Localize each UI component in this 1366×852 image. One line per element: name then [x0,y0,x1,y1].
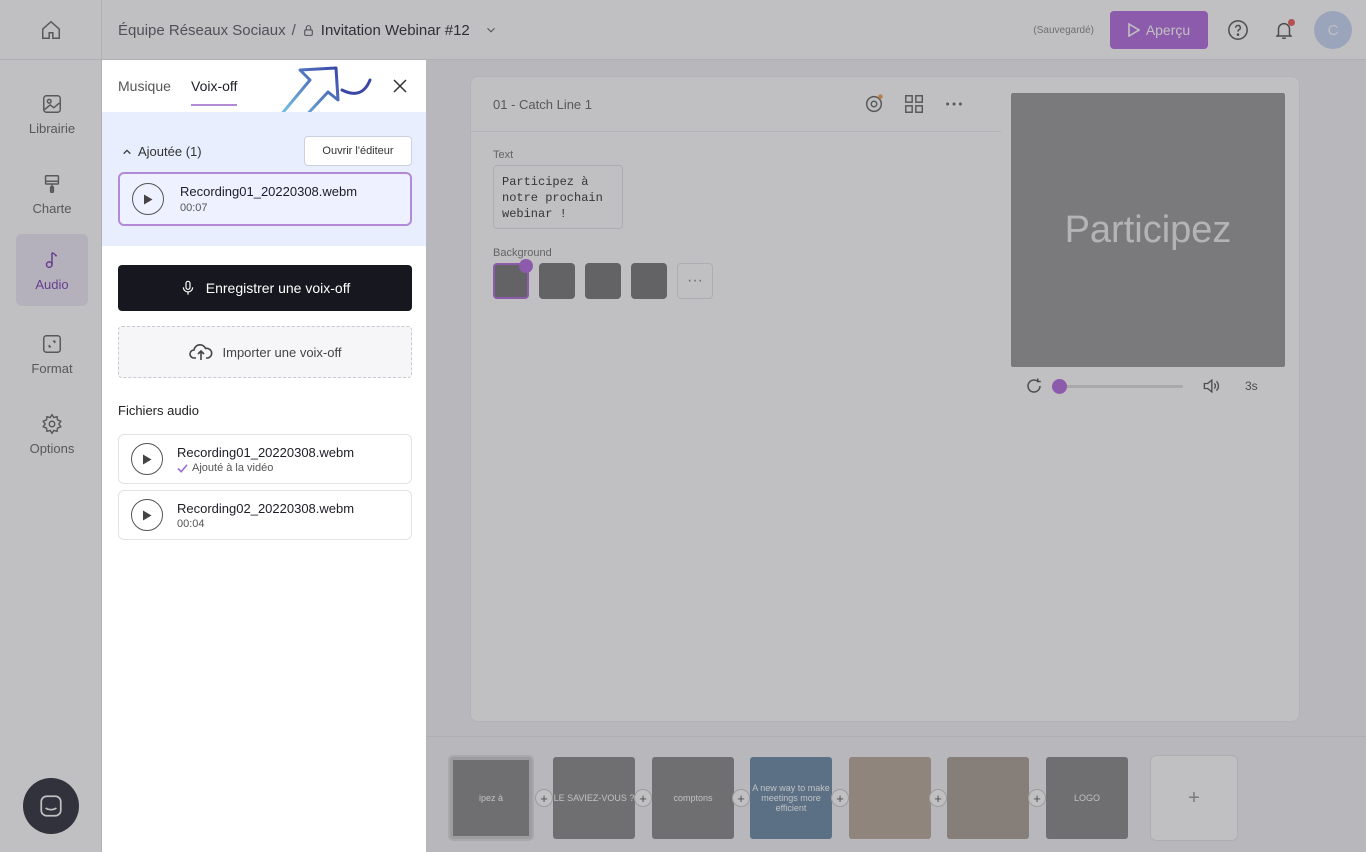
audio-file-name: Recording01_20220308.webm [177,445,355,460]
cloud-upload-icon [188,344,212,360]
added-voiceover-section: Ajoutée (1) Ouvrir l'éditeur Recording01… [102,112,426,246]
check-icon [177,463,188,473]
audio-files-title: Fichiers audio [118,403,199,418]
added-toggle[interactable]: Ajoutée (1) [122,144,202,159]
audio-file-item[interactable]: Recording02_20220308.webm 00:04 [118,490,412,540]
play-button[interactable] [131,443,163,475]
tab-voiceover[interactable]: Voix-off [191,78,238,106]
audio-file-status-label: Ajouté à la vidéo [192,462,274,474]
microphone-icon [182,280,194,295]
record-voiceover-button[interactable]: Enregistrer une voix-off [118,265,412,311]
added-file-card[interactable]: Recording01_20220308.webm 00:07 [118,172,412,226]
play-button[interactable] [131,499,163,531]
import-voiceover-button[interactable]: Importer une voix-off [118,326,412,378]
audio-file-duration: 00:04 [177,518,205,530]
close-panel-button[interactable] [388,74,412,98]
import-voiceover-label: Importer une voix-off [222,344,342,360]
chevron-up-icon [123,148,131,154]
added-file-name: Recording01_20220308.webm [180,184,358,199]
added-file-duration: 00:07 [180,202,208,214]
audio-file-item[interactable]: Recording01_20220308.webm Ajouté à la vi… [118,434,412,484]
play-icon [143,454,152,464]
play-button[interactable] [132,183,164,215]
added-header-label: Ajoutée (1) [138,144,202,159]
audio-tabs: Musique Voix-off [102,60,426,124]
audio-panel: Musique Voix-off Ajoutée (1) Ouvrir l'éd… [102,60,426,852]
open-editor-button[interactable]: Ouvrir l'éditeur [304,136,412,166]
close-icon [393,79,407,93]
audio-file-name: Recording02_20220308.webm [177,501,355,516]
audio-file-status: Ajouté à la vidéo [177,462,273,474]
play-icon [144,194,153,204]
play-icon [143,510,152,520]
tab-music[interactable]: Musique [118,78,171,104]
record-voiceover-label: Enregistrer une voix-off [205,280,351,296]
